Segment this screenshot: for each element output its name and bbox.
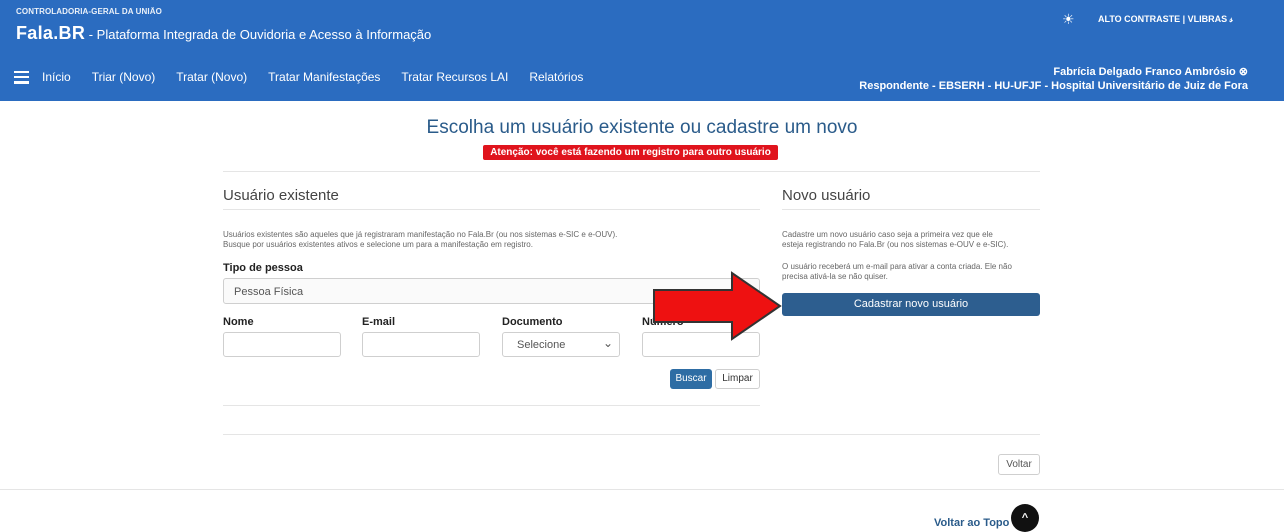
new-user-desc-4: precisa ativá-la se não quiser. [782, 272, 888, 281]
nav-item-tratar-recursos-lai[interactable]: Tratar Recursos LAI [401, 70, 508, 84]
nav-item-inicio[interactable]: Início [42, 70, 71, 84]
new-user-desc-3: O usuário receberá um e-mail para ativar… [782, 262, 1012, 271]
nav-item-tratar-manifestacoes[interactable]: Tratar Manifestações [268, 70, 380, 84]
clear-button[interactable]: Limpar [715, 369, 760, 389]
top-header: CONTROLADORIA-GERAL DA UNIÃO Fala.BR - P… [0, 0, 1284, 101]
sun-contrast-icon[interactable]: ☀ [1062, 11, 1075, 28]
back-to-top-link[interactable]: Voltar ao Topo [934, 517, 1009, 529]
existing-user-title: Usuário existente [223, 187, 339, 204]
divider [223, 171, 1040, 172]
email-input[interactable] [362, 332, 480, 357]
existing-desc-2: Busque por usuários existentes ativos e … [223, 240, 533, 249]
nav-item-tratar[interactable]: Tratar (Novo) [176, 70, 247, 84]
divider [223, 209, 760, 210]
brand-title[interactable]: Fala.BR - Plataforma Integrada de Ouvido… [16, 23, 431, 44]
existing-desc-1: Usuários existentes são aqueles que já r… [223, 230, 618, 239]
red-arrow-annotation [653, 271, 782, 341]
hamburger-menu-icon[interactable] [14, 70, 29, 84]
divider [223, 434, 1040, 435]
document-label: Documento [502, 316, 563, 328]
chevron-down-icon: ⌄ [602, 336, 613, 350]
nav-item-triar[interactable]: Triar (Novo) [92, 70, 156, 84]
divider [223, 405, 760, 406]
user-info: Fabrícia Delgado Franco Ambrósio ⊗ Respo… [859, 65, 1248, 93]
name-input[interactable] [223, 332, 341, 357]
user-name[interactable]: Fabrícia Delgado Franco Ambrósio ⊗ [859, 65, 1248, 79]
name-label: Nome [223, 316, 254, 328]
back-button[interactable]: Voltar [998, 454, 1040, 475]
document-select[interactable]: Selecione ⌄ [502, 332, 620, 357]
document-select-value: Selecione [517, 339, 566, 351]
chevron-up-icon[interactable]: ^ [1011, 504, 1039, 532]
page-title: Escolha um usuário existente ou cadastre… [426, 117, 858, 138]
footer-divider [0, 489, 1284, 490]
brand-subtitle: - Plataforma Integrada de Ouvidoria e Ac… [85, 27, 432, 42]
register-new-user-button[interactable]: Cadastrar novo usuário [782, 293, 1040, 316]
nav-item-relatorios[interactable]: Relatórios [529, 70, 583, 84]
divider [782, 209, 1040, 210]
email-label: E-mail [362, 316, 396, 328]
person-type-label: Tipo de pessoa [223, 262, 303, 274]
brand-logo-text: Fala.BR [16, 23, 86, 43]
org-label: CONTROLADORIA-GERAL DA UNIÃO [16, 7, 162, 16]
new-user-desc-1: Cadastre um novo usuário caso seja a pri… [782, 230, 993, 239]
search-button[interactable]: Buscar [670, 369, 712, 389]
new-user-title: Novo usuário [782, 187, 871, 204]
user-role: Respondente - EBSERH - HU-UFJF - Hospita… [859, 80, 1248, 92]
warning-badge: Atenção: você está fazendo um registro p… [483, 145, 778, 160]
main-nav: Início Triar (Novo) Tratar (Novo) Tratar… [14, 70, 604, 84]
new-user-desc-2: esteja registrando no Fala.Br (ou nos si… [782, 240, 1009, 249]
accessibility-links[interactable]: ALTO CONTRASTE | VLIBRAS 𝓈 [1098, 14, 1233, 25]
